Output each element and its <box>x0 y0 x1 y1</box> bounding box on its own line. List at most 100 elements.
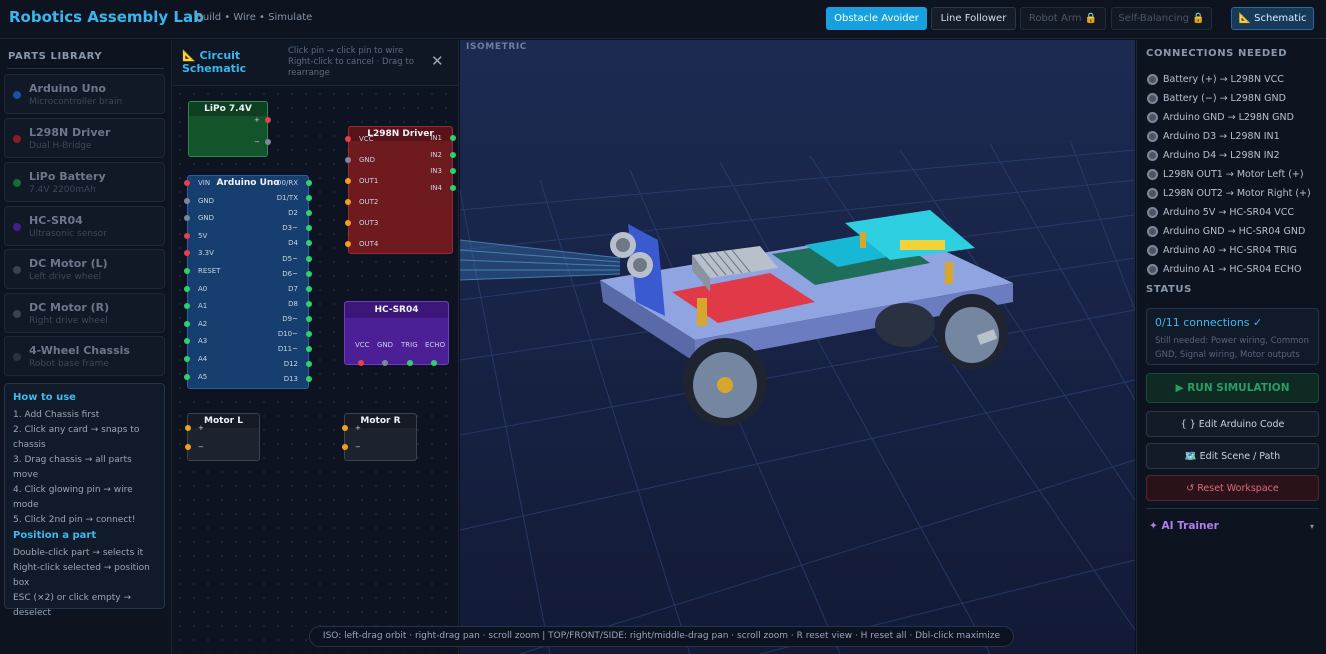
schematic-pin[interactable] <box>345 136 351 142</box>
scene-canvas[interactable] <box>460 40 1135 654</box>
part-color-dot <box>13 223 21 231</box>
part-desc: 7.4V 2200mAh <box>29 185 96 195</box>
schematic-pin[interactable] <box>306 240 312 247</box>
pin-plus[interactable] <box>265 117 271 123</box>
mode-self-balancing-button[interactable]: Self-Balancing 🔒 <box>1111 7 1212 30</box>
schematic-pin[interactable] <box>306 270 312 277</box>
schematic-pin[interactable] <box>306 361 312 368</box>
schematic-pin[interactable] <box>184 232 190 239</box>
schematic-pin[interactable] <box>184 373 190 380</box>
part-card-hc-sr04[interactable]: HC-SR04 Ultrasonic sensor <box>4 206 165 246</box>
ai-trainer-toggle[interactable]: ✦ AI Trainer <box>1149 520 1219 532</box>
view-mode-label: ISOMETRIC <box>466 42 528 52</box>
pin-vcc[interactable] <box>358 360 364 366</box>
schematic-pin[interactable] <box>306 300 312 307</box>
pin-minus[interactable] <box>265 139 271 145</box>
pin-label: VCC <box>359 135 374 143</box>
pin-trig[interactable] <box>407 360 413 366</box>
position-line: Right-click selected → position <box>13 563 150 573</box>
schematic-pin[interactable] <box>306 285 312 292</box>
schematic-motor-right[interactable]: Motor R + − <box>342 413 417 461</box>
divider <box>1146 508 1319 509</box>
schematic-pin[interactable] <box>450 135 456 141</box>
part-card-dc-motor-right[interactable]: DC Motor (R) Right drive wheel <box>4 293 165 333</box>
schematic-pin[interactable] <box>450 168 456 174</box>
connection-label: Battery (−) → L298N GND <box>1163 92 1286 104</box>
pin-label: TRIG <box>401 341 418 349</box>
schematic-pin[interactable] <box>184 285 190 292</box>
pin-label: A3 <box>198 337 208 346</box>
schematic-pin[interactable] <box>184 268 190 274</box>
part-card-lipo-battery[interactable]: LiPo Battery 7.4V 2200mAh <box>4 162 165 202</box>
reset-workspace-button[interactable]: ↺ Reset Workspace <box>1146 475 1319 501</box>
connection-label: Battery (+) → L298N VCC <box>1163 73 1284 85</box>
schematic-pin[interactable] <box>306 315 312 322</box>
run-simulation-button[interactable]: ▶ RUN SIMULATION <box>1146 373 1319 403</box>
part-card-l298n-driver[interactable]: L298N Driver Dual H-Bridge <box>4 118 165 158</box>
schematic-lipo[interactable]: LiPo 7.4V + − <box>188 101 271 157</box>
schematic-canvas[interactable]: LiPo 7.4V + − Arduino Uno VIN GND GND 5V 3.3… <box>173 87 458 654</box>
isometric-3d-view[interactable]: ISOMETRIC <box>460 40 1135 654</box>
pin-plus[interactable] <box>185 425 191 431</box>
pin-label: A5 <box>198 372 208 381</box>
schematic-hcsr04[interactable]: HC-SR04 VCC GND TRIG ECHO <box>344 301 449 366</box>
schematic-pin[interactable] <box>306 225 312 232</box>
status-circle-icon <box>1147 149 1158 161</box>
close-icon[interactable]: ✕ <box>431 52 444 70</box>
schematic-pin[interactable] <box>345 199 351 205</box>
schematic-pin[interactable] <box>184 215 190 222</box>
part-desc: Left drive wheel <box>29 272 102 282</box>
schematic-arduino[interactable]: Arduino Uno VIN GND GND 5V 3.3V RESET A0 A1 A2 A3… <box>184 175 312 389</box>
part-card-4wd-chassis[interactable]: 4-Wheel Chassis Robot base frame <box>4 336 165 376</box>
chevron-down-icon[interactable]: ▾ <box>1310 522 1314 531</box>
mode-robot-arm-button[interactable]: Robot Arm 🔒 <box>1020 7 1106 30</box>
how-to-step: 5. Click 2nd pin → connect! <box>13 515 136 525</box>
pin-label: OUT2 <box>359 198 379 206</box>
how-to-step: mode <box>13 500 39 510</box>
pin-minus[interactable] <box>342 444 348 450</box>
schematic-pin[interactable] <box>184 303 190 310</box>
schematic-pin[interactable] <box>345 220 351 226</box>
connection-label: Arduino D4 → L298N IN2 <box>1163 149 1280 161</box>
schematic-pin[interactable] <box>184 320 190 327</box>
schematic-pin[interactable] <box>306 331 312 337</box>
schematic-title: 📐 Circuit Schematic <box>182 49 247 75</box>
schematic-pin[interactable] <box>184 356 190 362</box>
pin-label: GND <box>198 196 215 205</box>
status-circle-icon <box>1147 206 1158 218</box>
edit-arduino-code-button[interactable]: { } Edit Arduino Code <box>1146 411 1319 437</box>
mode-line-follower-button[interactable]: Line Follower <box>931 7 1016 30</box>
schematic-pin[interactable] <box>306 346 312 353</box>
edit-scene-path-button[interactable]: 🗺️ Edit Scene / Path <box>1146 443 1319 469</box>
pin-echo[interactable] <box>431 360 437 366</box>
schematic-pin[interactable] <box>345 241 351 247</box>
schematic-l298n[interactable]: L298N Driver VCC GND OUT1 OUT2 OUT3 OUT4 IN1 I… <box>345 126 456 254</box>
part-card-arduino-uno[interactable]: Arduino Uno Microcontroller brain <box>4 74 165 114</box>
parts-library-heading: PARTS LIBRARY <box>8 51 103 62</box>
mode-obstacle-avoider-button[interactable]: Obstacle Avoider <box>826 7 927 30</box>
schematic-pin[interactable] <box>184 180 190 186</box>
schematic-pin[interactable] <box>450 151 456 158</box>
schematic-pin[interactable] <box>306 255 312 262</box>
schematic-pin[interactable] <box>306 180 312 186</box>
schematic-pin[interactable] <box>345 157 351 163</box>
pin-gnd[interactable] <box>382 360 388 366</box>
part-color-dot <box>13 135 21 143</box>
schematic-pin[interactable] <box>345 178 351 184</box>
schematic-pin[interactable] <box>306 195 312 202</box>
schematic-pin[interactable] <box>184 338 190 345</box>
pin-label: D2 <box>288 209 298 218</box>
schematic-pin[interactable] <box>184 197 190 204</box>
part-card-dc-motor-left[interactable]: DC Motor (L) Left drive wheel <box>4 249 165 289</box>
schematic-pin[interactable] <box>184 250 190 257</box>
schematic-pin[interactable] <box>306 210 312 217</box>
pin-plus[interactable] <box>342 425 348 431</box>
part-color-dot <box>13 353 21 361</box>
pin-label: − <box>198 443 204 451</box>
schematic-toggle-button[interactable]: 📐 Schematic <box>1231 7 1314 30</box>
schematic-pin[interactable] <box>306 376 312 383</box>
pin-minus[interactable] <box>185 444 191 450</box>
schematic-motor-left[interactable]: Motor L + − <box>185 413 260 461</box>
pin-label: − <box>254 138 260 146</box>
schematic-pin[interactable] <box>450 184 456 191</box>
